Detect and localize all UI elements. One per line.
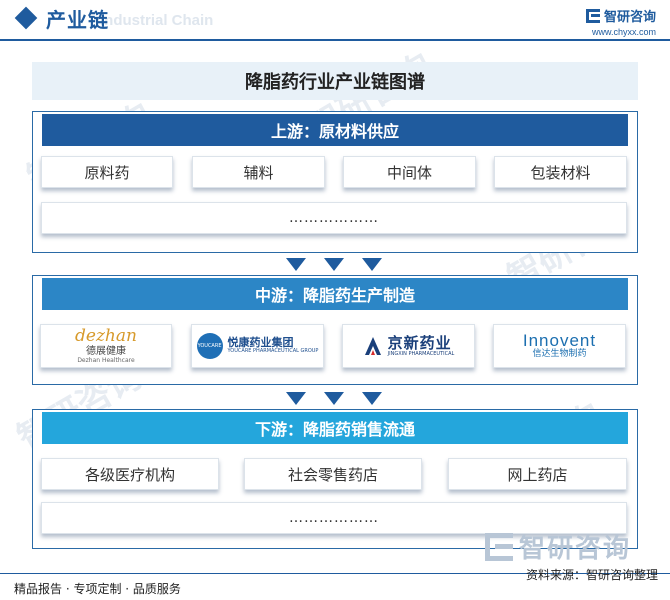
flow-arrow-icon xyxy=(362,392,382,405)
upstream-heading: 上游：原材料供应 xyxy=(42,114,628,146)
header-diamond-icon xyxy=(14,6,38,30)
company-logo-youcare: YOUCARE 悦康药业集团 YOUCARE PHARMACEUTICAL GR… xyxy=(191,324,324,368)
youcare-badge-icon: YOUCARE xyxy=(196,333,223,359)
company-logo-innovent: Innovent 信达生物制药 xyxy=(493,324,626,368)
dezhan-name-cn: 德展健康 xyxy=(86,346,126,357)
brand-name: 智研咨询 xyxy=(603,10,656,25)
innovent-brand: Innovent xyxy=(522,331,597,351)
flow-arrow-icon xyxy=(324,258,344,271)
jingxin-name-en: JINGXIN PHARMACEUTICAL xyxy=(387,350,455,357)
upstream-item: 包装材料 xyxy=(494,156,627,188)
header-title: 产业链 xyxy=(46,8,109,32)
footer-tagline: 精品报告 · 专项定制 · 品质服务 xyxy=(14,582,181,596)
upstream-item: 原料药 xyxy=(41,156,173,188)
jingxin-mark-icon xyxy=(364,337,381,355)
downstream-item: 网上药店 xyxy=(448,458,627,490)
header-rule xyxy=(0,39,670,41)
company-logo-dezhan: dezhan 德展健康 Dezhan Healthcare xyxy=(40,324,172,368)
upstream-section: 上游：原材料供应 原料药 辅料 中间体 包装材料 ……………… xyxy=(32,111,638,253)
upstream-more: ……………… xyxy=(41,202,627,234)
chart-title: 降脂药行业产业链图谱 xyxy=(245,72,425,93)
upstream-item: 辅料 xyxy=(192,156,325,188)
brand-watermark-icon xyxy=(485,532,513,561)
company-logo-jingxin: 京新药业 JINGXIN PHARMACEUTICAL xyxy=(342,324,475,368)
brand-mark-icon xyxy=(585,8,600,23)
flow-arrow-icon xyxy=(324,392,344,405)
youcare-name-en: YOUCARE PHARMACEUTICAL GROUP xyxy=(227,348,319,355)
brand-logo: 智研咨询 www.chyxx.com xyxy=(585,6,656,37)
innovent-name-cn: 信达生物制药 xyxy=(532,349,587,360)
dezhan-name-en: Dezhan Healthcare xyxy=(77,357,135,364)
brand-watermark-text: 智研咨询 xyxy=(519,534,632,564)
midstream-heading: 中游：降脂药生产制造 xyxy=(42,278,628,310)
brand-watermark: 智研咨询 xyxy=(485,528,631,565)
flow-arrow-icon xyxy=(362,258,382,271)
downstream-item: 社会零售药店 xyxy=(244,458,422,490)
jingxin-brand: 京新药业 xyxy=(387,334,452,352)
downstream-item: 各级医疗机构 xyxy=(41,458,219,490)
footer-source: 资料来源：智研咨询整理 xyxy=(525,568,658,582)
chart-title-band: 降脂药行业产业链图谱 xyxy=(32,62,638,100)
brand-url: www.chyxx.com xyxy=(591,27,656,37)
upstream-item: 中间体 xyxy=(343,156,476,188)
flow-arrow-icon xyxy=(286,258,306,271)
youcare-brand: YOUCARE xyxy=(197,343,222,349)
flow-arrow-icon xyxy=(286,392,306,405)
downstream-heading: 下游：降脂药销售流通 xyxy=(42,412,628,444)
header-subtitle: Industrial Chain xyxy=(100,12,214,29)
dezhan-brand: dezhan xyxy=(75,326,137,346)
